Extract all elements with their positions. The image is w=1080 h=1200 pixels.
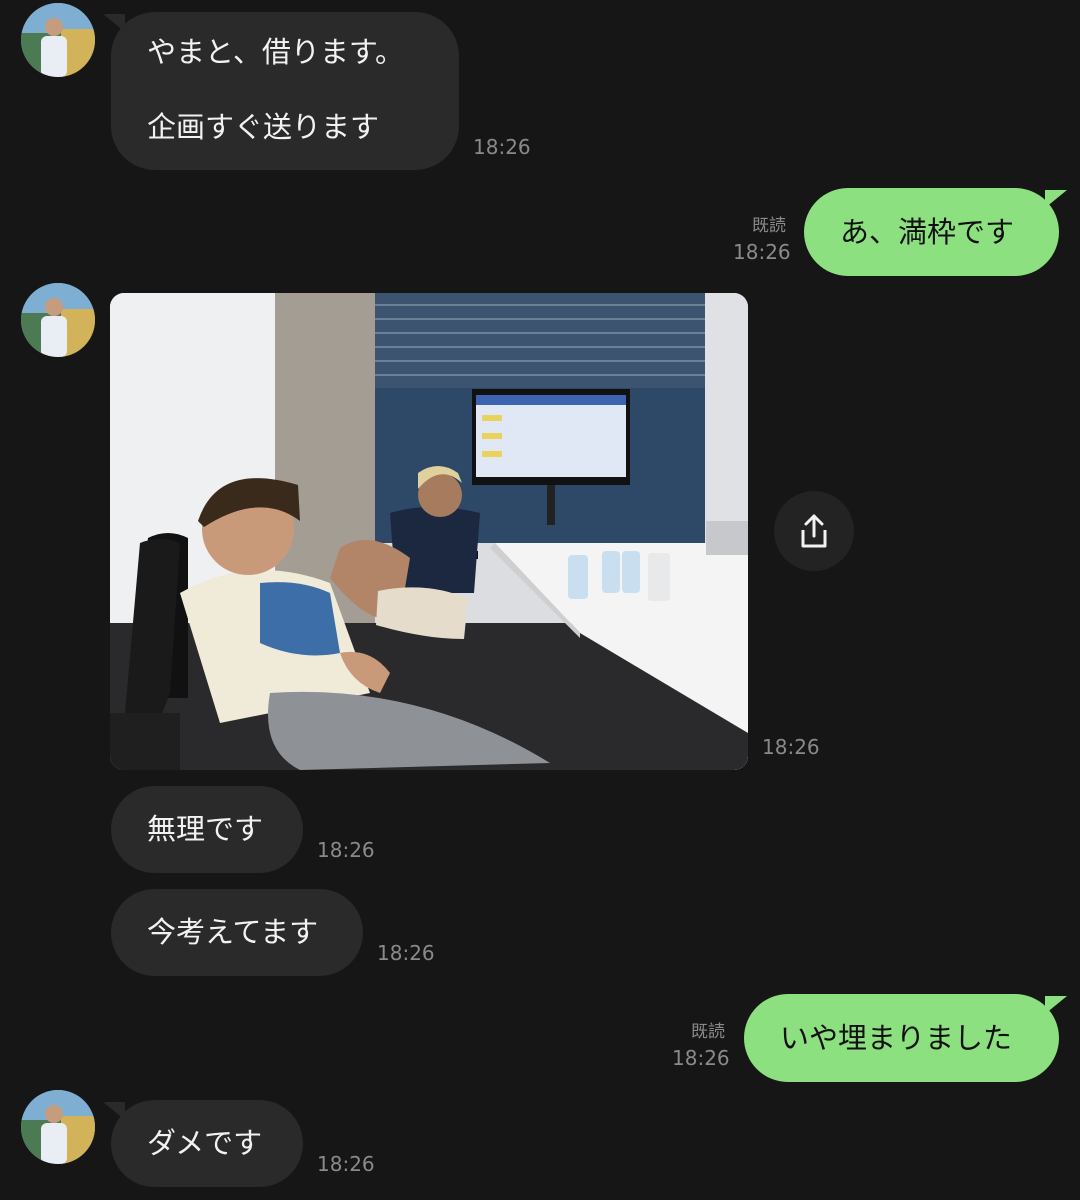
bubble-tail bbox=[1045, 190, 1067, 208]
message-bubble[interactable]: ダメです bbox=[111, 1100, 303, 1187]
avatar[interactable] bbox=[21, 3, 95, 77]
message-text: いや埋まりました bbox=[780, 1020, 1013, 1055]
read-receipt: 既読 bbox=[691, 1022, 725, 1042]
message-bubble[interactable]: やまと、借ります。 企画すぐ送ります bbox=[111, 12, 459, 170]
share-icon bbox=[801, 514, 827, 548]
photo-message[interactable] bbox=[110, 293, 748, 770]
avatar[interactable] bbox=[21, 283, 95, 357]
bubble-tail bbox=[1045, 996, 1067, 1014]
timestamp: 18:26 bbox=[672, 1046, 730, 1070]
meeting-room-photo bbox=[110, 293, 748, 770]
message-text: ダメです bbox=[147, 1126, 263, 1160]
message-text: あ、満枠です bbox=[840, 214, 1015, 249]
avatar[interactable] bbox=[21, 1090, 95, 1164]
read-receipt: 既読 bbox=[752, 216, 786, 236]
timestamp: 18:26 bbox=[733, 240, 791, 264]
timestamp: 18:26 bbox=[317, 1152, 375, 1176]
timestamp: 18:26 bbox=[377, 941, 435, 965]
message-line: 企画すぐ送ります bbox=[147, 110, 380, 144]
timestamp: 18:26 bbox=[473, 135, 531, 159]
message-bubble[interactable]: 無理です bbox=[111, 786, 303, 873]
share-button[interactable] bbox=[774, 491, 854, 571]
message-bubble[interactable]: あ、満枠です bbox=[804, 188, 1059, 276]
timestamp: 18:26 bbox=[762, 735, 820, 759]
message-text: 今考えてます bbox=[147, 915, 319, 949]
message-bubble[interactable]: 今考えてます bbox=[111, 889, 363, 976]
message-text: 無理です bbox=[147, 812, 264, 846]
timestamp: 18:26 bbox=[317, 838, 375, 862]
message-line: やまと、借ります。 bbox=[147, 35, 404, 69]
message-bubble[interactable]: いや埋まりました bbox=[744, 994, 1059, 1082]
